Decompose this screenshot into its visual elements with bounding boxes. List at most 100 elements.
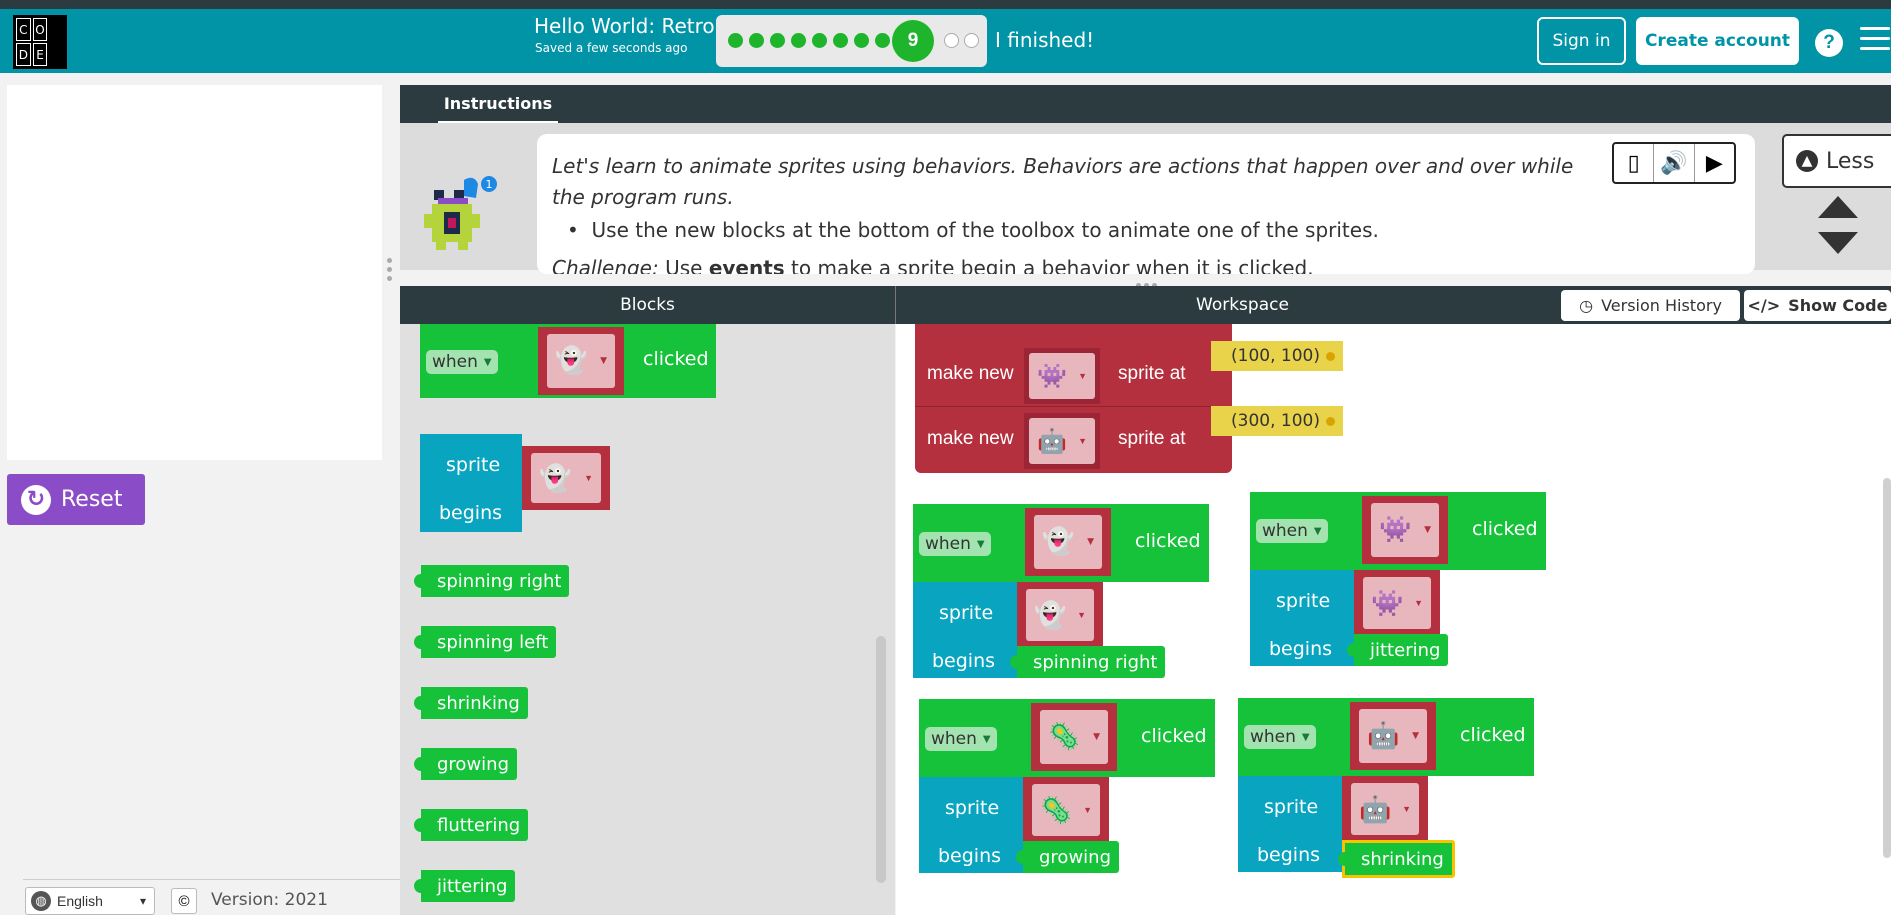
sprite-picker[interactable]: 👻 ▼ <box>1025 508 1111 576</box>
logo-letter: E <box>32 43 48 66</box>
behavior-block[interactable]: spinning left <box>413 626 557 658</box>
begins-label: begins <box>439 502 503 524</box>
sprite-picker[interactable]: 🤖 ▼ <box>1350 702 1436 770</box>
when-dropdown[interactable]: when ▼ <box>919 532 991 556</box>
sprite-picker[interactable]: 👾 ▼ <box>1024 348 1100 404</box>
behavior-block[interactable]: jittering <box>1346 634 1449 666</box>
sprite-label: sprite <box>1264 796 1319 818</box>
level-dot[interactable] <box>812 33 827 48</box>
game-stage[interactable] <box>7 85 382 460</box>
behavior-block[interactable]: shrinking <box>414 687 528 719</box>
behavior-block[interactable]: spinning right <box>413 565 570 597</box>
blocks-title: Blocks <box>620 295 675 315</box>
workspace-scrollbar[interactable] <box>1883 478 1891 858</box>
sprite-picker[interactable]: 🤖 ▼ <box>1342 776 1428 842</box>
sprite-begins-block[interactable]: sprite begins <box>919 777 1023 873</box>
sprite-begins-block[interactable]: sprite begins <box>420 434 522 532</box>
when-clicked-block[interactable]: when ▼ 🤖 ▼ clicked <box>1238 698 1534 776</box>
when-dropdown[interactable]: when ▼ <box>1244 725 1316 749</box>
chevron-up-icon: ▲ <box>1796 150 1818 172</box>
green-bot-sprite-icon: 🤖 <box>1037 427 1067 455</box>
sprite-picker[interactable]: 🦠 ▼ <box>1023 777 1109 843</box>
instructions-resize-handle[interactable] <box>1136 275 1166 288</box>
ghost-sprite-icon: 👻 <box>1042 527 1075 557</box>
level-dot[interactable] <box>749 33 764 48</box>
volume-icon[interactable]: 🔊 <box>1654 144 1695 182</box>
workspace[interactable]: make new 👾 ▼ sprite at (100, 100) make ne… <box>896 324 1891 915</box>
level-dot[interactable] <box>833 33 848 48</box>
sprite-picker[interactable]: 👻 ▼ <box>538 327 624 395</box>
coordinate-block[interactable]: (300, 100) <box>1211 406 1343 436</box>
when-clicked-block[interactable]: when ▼ 👻 ▼ clicked <box>420 324 716 398</box>
sprite-picker[interactable]: 👻 ▼ <box>522 446 610 510</box>
ghost-sprite-icon: 👻 <box>539 462 572 493</box>
green-bot-sprite-icon: 🤖 <box>1359 793 1392 824</box>
level-dot[interactable] <box>791 33 806 48</box>
when-clicked-block[interactable]: when ▼ 👾 ▼ clicked <box>1250 492 1546 570</box>
purple-monster-sprite-icon: 👾 <box>1379 515 1412 545</box>
instructions-text: Let's learn to animate sprites using beh… <box>552 154 1574 209</box>
collapse-instructions-button[interactable]: ▲ Less <box>1782 134 1891 188</box>
when-dropdown[interactable]: when ▼ <box>426 350 498 374</box>
version-history-button[interactable]: ◷ Version History <box>1561 290 1740 321</box>
play-icon[interactable]: ▶ <box>1695 144 1734 182</box>
when-clicked-block[interactable]: when ▼ 👻 ▼ clicked <box>913 504 1209 582</box>
behavior-block[interactable]: growing <box>1016 841 1119 873</box>
reset-label: Reset <box>61 487 123 512</box>
make-new-label: make new <box>927 363 1014 384</box>
copyright-icon[interactable]: © <box>171 888 197 914</box>
when-dropdown[interactable]: when ▼ <box>925 727 997 751</box>
sprite-picker[interactable]: 👻 ▼ <box>1017 582 1103 648</box>
begins-label: begins <box>1257 844 1321 866</box>
coordinate-block[interactable]: (100, 100) <box>1211 341 1343 371</box>
text-to-speech-icon[interactable]: ▯ <box>1614 144 1655 182</box>
scroll-down-icon[interactable] <box>1818 232 1858 254</box>
behavior-block[interactable]: spinning right <box>1009 646 1166 678</box>
create-account-button[interactable]: Create account <box>1636 17 1799 65</box>
help-icon[interactable]: ? <box>1815 29 1843 57</box>
tab-instructions[interactable]: Instructions <box>438 85 558 123</box>
behavior-block-selected[interactable]: shrinking <box>1338 840 1455 878</box>
sign-in-button[interactable]: Sign in <box>1537 17 1626 65</box>
current-level[interactable]: 9 <box>892 20 934 62</box>
begins-label: begins <box>938 845 1002 867</box>
version-label: Version: 2021 <box>211 890 328 910</box>
project-saved-status: Saved a few seconds ago <box>535 41 688 55</box>
level-dot-empty[interactable] <box>964 33 979 48</box>
purple-monster-sprite-icon: 👾 <box>1037 362 1067 390</box>
code-logo[interactable]: C O D E <box>13 15 67 69</box>
show-code-label: Show Code <box>1788 296 1888 315</box>
level-progress: 9 <box>716 15 987 67</box>
block-separator <box>915 406 1232 407</box>
scroll-up-icon[interactable] <box>1818 196 1858 218</box>
behavior-block[interactable]: growing <box>414 748 517 780</box>
behavior-block[interactable]: jittering <box>413 870 516 902</box>
level-dot[interactable] <box>728 33 743 48</box>
sprite-begins-block[interactable]: sprite begins <box>1238 776 1342 872</box>
reset-button[interactable]: ↻ Reset <box>7 474 145 525</box>
clicked-label: clicked <box>1135 530 1201 552</box>
green-bot-sprite-icon: 🤖 <box>1367 721 1400 751</box>
sprite-begins-block[interactable]: sprite begins <box>913 582 1017 678</box>
when-dropdown[interactable]: when ▼ <box>1256 519 1328 543</box>
sprite-picker[interactable]: 🤖 ▼ <box>1024 413 1100 469</box>
level-dot[interactable] <box>875 33 890 48</box>
toolbox[interactable]: when ▼ 👻 ▼ clicked sprite begins 👻 ▼ spinni… <box>400 324 895 915</box>
level-dot[interactable] <box>770 33 785 48</box>
panel-resizer[interactable] <box>387 258 393 284</box>
finished-link[interactable]: I finished! <box>995 28 1094 52</box>
location-pin-icon <box>1325 351 1335 361</box>
level-dot-empty[interactable] <box>944 33 959 48</box>
sprite-begins-block[interactable]: sprite begins <box>1250 570 1354 666</box>
language-select[interactable]: ◍ English ▾ <box>25 887 155 915</box>
show-code-button[interactable]: </> Show Code <box>1744 290 1891 321</box>
level-dot[interactable] <box>854 33 869 48</box>
hamburger-menu-icon[interactable] <box>1860 27 1890 51</box>
when-clicked-block[interactable]: when ▼ 🦠 ▼ clicked <box>919 699 1215 777</box>
toolbox-scrollbar[interactable] <box>876 636 886 883</box>
sprite-picker[interactable]: 👾 ▼ <box>1354 570 1440 636</box>
sprite-picker[interactable]: 👾 ▼ <box>1362 496 1448 564</box>
behavior-block[interactable]: fluttering <box>413 809 529 841</box>
red-monster-sprite-icon: 🦠 <box>1048 722 1081 752</box>
sprite-picker[interactable]: 🦠 ▼ <box>1031 703 1117 771</box>
